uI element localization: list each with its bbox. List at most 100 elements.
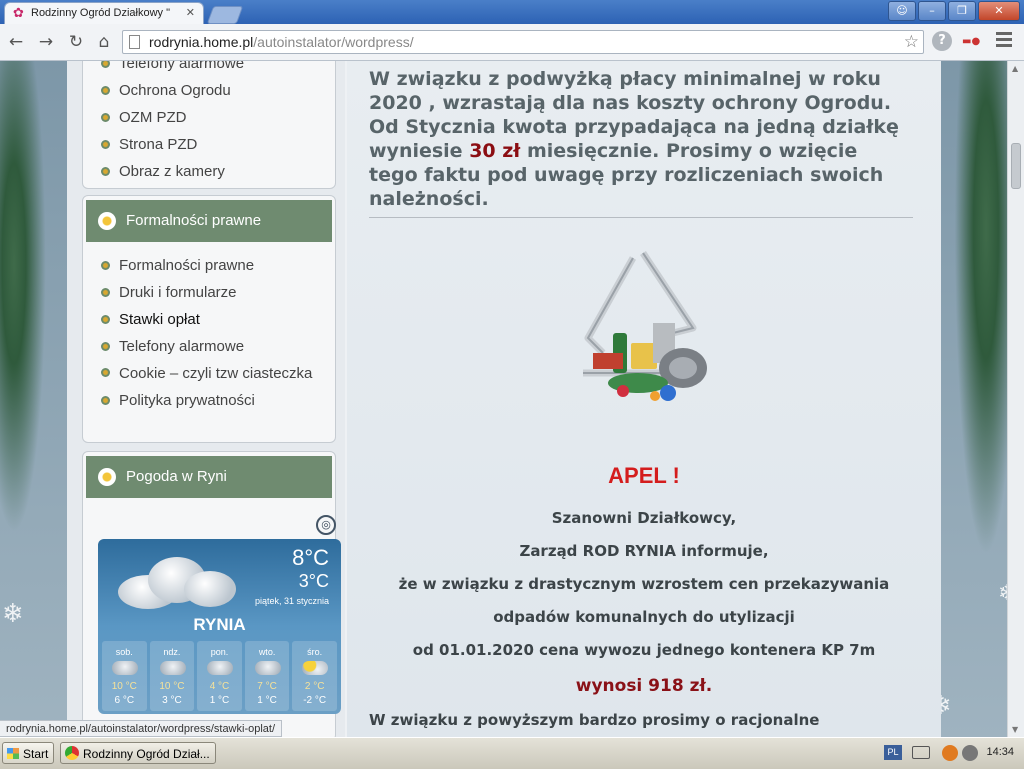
formalnosci-list: Formalności prawne Druki i formularze St… [101,252,329,414]
closing-paragraph: W związku z powyższym bardzo prosimy o r… [369,711,820,729]
intro-amount: 30 zł [469,140,521,162]
menu-item-kamera[interactable]: Obraz z kamery [101,158,244,185]
flower-bullet-icon [101,261,110,270]
flower-bullet-icon [101,86,110,95]
forecast-low: 1 °C [257,695,277,706]
start-button[interactable]: Start [2,742,54,764]
network-icon[interactable] [962,745,978,761]
divider [369,217,913,218]
home-icon[interactable]: ⌂ [94,32,114,52]
flower-bullet-icon [101,315,110,324]
vertical-scrollbar[interactable]: ▲ ▼ [1007,61,1024,737]
bookmark-star-icon[interactable]: ☆ [904,32,919,52]
title-bar: ✿ Rodzinny Ogród Działkowy " ✕ ☺ – ❐ ✕ [0,0,1024,24]
menu-item-stawki[interactable]: Stawki opłat [101,306,329,333]
forecast-day: wto. 7 °C 1 °C [244,641,290,711]
forecast-day: śro. 2 °C -2 °C [292,641,337,711]
system-tray: PL 14:34 [884,741,1024,765]
apel-line: Szanowni Działkowcy, [551,509,737,527]
forecast-high: 10 °C [159,681,185,692]
windows-logo-icon [7,748,19,759]
cloud-icon [254,661,281,675]
taskbar-item-browser[interactable]: Rodzinny Ogród Dział... [60,742,216,764]
menu-item-telefony-alarmowe[interactable]: Telefony alarmowe [101,333,329,360]
maximize-button[interactable]: ❐ [948,1,976,21]
flower-icon [98,212,116,230]
weather-header: Pogoda w Ryni [86,456,332,498]
flower-bullet-icon [101,167,110,176]
forecast-low: 1 °C [209,695,230,706]
forecast-high: 2 °C [304,681,325,692]
snowflake-icon: ❄ [2,599,24,629]
tab-title: Rodzinny Ogród Działkowy " [31,7,171,19]
recycling-image [583,251,707,401]
menu-box: Telefony alarmowe Ochrona Ogrodu OZM PZD… [82,61,336,189]
flower-bullet-icon [101,342,110,351]
formalnosci-title: Formalności prawne [126,212,262,229]
price-text: wynosi 918 zł. [575,676,713,696]
taskbar: Start Rodzinny Ogród Dział... PL 14:34 [0,737,1024,769]
new-tab-button[interactable] [206,6,244,24]
menu-item-pzd[interactable]: Strona PZD [101,131,244,158]
forecast-day: ndz. 10 °C 3 °C [149,641,195,711]
weather-city: RYNIA [193,615,246,634]
url-path: /autoinstalator/wordpress/ [253,34,414,50]
temp-high: 8°C [292,545,329,570]
flower-bullet-icon [101,113,110,122]
avast-icon[interactable] [942,745,958,761]
cloud-icon [112,661,138,675]
minimize-button[interactable]: – [918,1,946,21]
sidebar: Telefony alarmowe Ochrona Ogrodu OZM PZD… [67,61,345,737]
keyboard-icon[interactable] [912,746,930,759]
flower-icon [98,468,116,486]
menu-list: Telefony alarmowe Ochrona Ogrodu OZM PZD… [101,61,244,185]
temp-low: 3°C [298,571,329,591]
chrome-icon [65,746,79,760]
forecast-day-name: śro. [307,647,323,657]
scroll-down-arrow-icon[interactable]: ▼ [1012,725,1018,734]
url-host: rodrynia.home.pl [149,34,254,50]
close-button[interactable]: ✕ [978,1,1020,21]
background-plant-right [937,61,1007,737]
scroll-thumb[interactable] [1011,143,1021,189]
weather-widget[interactable]: 8°C 3°C piątek, 31 stycznia RYNIA sob. 1… [98,539,341,714]
menu-item-formalnosci[interactable]: Formalności prawne [101,252,329,279]
menu-item-polityka[interactable]: Polityka prywatności [101,387,329,414]
cloud-icon [159,661,186,675]
status-bubble: rodrynia.home.pl/autoinstalator/wordpres… [0,720,283,737]
menu-icon[interactable] [996,32,1012,48]
menu-item-druki[interactable]: Druki i formularze [101,279,329,306]
browser-tab[interactable]: ✿ Rodzinny Ogród Działkowy " ✕ [4,2,204,24]
browser-toolbar: ← → ↻ ⌂ rodrynia.home.pl/autoinstalator/… [0,24,1024,61]
forecast-day-name: pon. [210,647,229,657]
menu-item-telefony[interactable]: Telefony alarmowe [101,61,244,77]
reload-icon[interactable]: ↻ [66,32,86,52]
weather-logo-icon[interactable]: ◎ [316,515,336,535]
user-icon[interactable]: ☺ [888,1,916,21]
forecast-day: pon. 4 °C 1 °C [197,641,242,711]
flower-bullet-icon [101,140,110,149]
menu-item-cookie[interactable]: Cookie – czyli tzw ciasteczka [101,360,329,387]
weather-date: piątek, 31 stycznia [254,596,329,606]
menu-item-ochrona[interactable]: Ochrona Ogrodu [101,77,244,104]
flower-favicon-icon: ✿ [13,6,24,21]
address-bar[interactable]: rodrynia.home.pl/autoinstalator/wordpres… [122,30,924,54]
help-extension-icon[interactable]: ? [932,31,952,51]
extension-icon[interactable]: ▬● [962,36,984,48]
scroll-up-arrow-icon[interactable]: ▲ [1012,64,1018,73]
apel-line: że w związku z drastycznym wzrostem cen … [398,575,890,593]
back-arrow-icon[interactable]: ← [6,32,26,52]
content-container: Telefony alarmowe Ochrona Ogrodu OZM PZD… [67,61,941,737]
snowflake-icon: ❄ [998,581,1007,606]
page-viewport: ❄ ❄ ❄ Telefony alarmowe Ochrona Ogrodu O… [0,61,1007,737]
flower-bullet-icon [101,288,110,297]
tab-close-icon[interactable]: ✕ [186,6,195,19]
forecast-day-name: wto. [258,647,276,657]
sun-cloud-icon [302,661,329,675]
forward-arrow-icon[interactable]: → [36,32,56,52]
intro-paragraph: W związku z podwyżką płacy minimalnej w … [369,68,899,210]
forecast-day-name: sob. [115,647,133,657]
apel-line: Zarząd ROD RYNIA informuje, [519,542,769,560]
menu-item-ozm[interactable]: OZM PZD [101,104,244,131]
language-indicator[interactable]: PL [884,745,902,760]
